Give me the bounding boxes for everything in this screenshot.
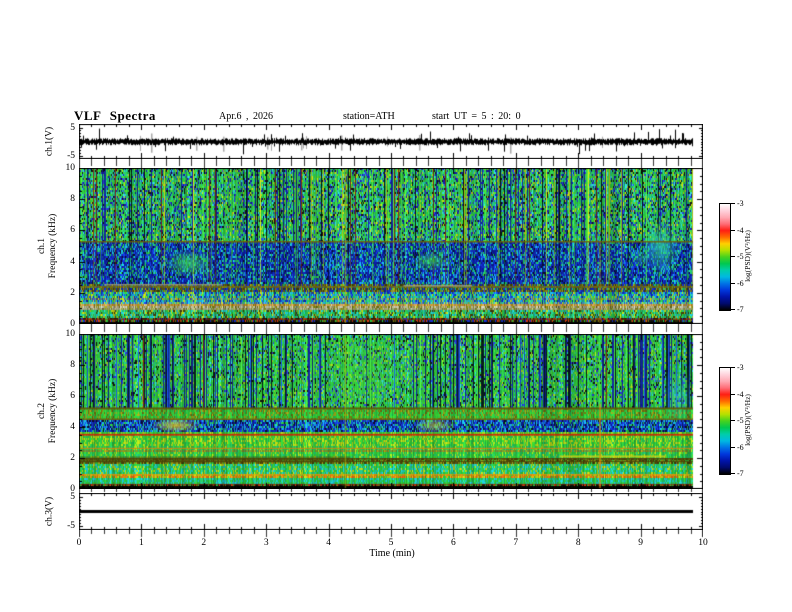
time-tick-label: 6	[451, 538, 456, 548]
colorbar-tick-label: -3	[737, 363, 744, 372]
ch2-spectrogram-canvas	[79, 334, 703, 489]
colorbar-ch1	[719, 203, 731, 311]
ch1-freq-label: Frequency (kHz)	[48, 213, 58, 279]
ch1-label: ch.1	[37, 237, 47, 255]
freq-tick-label: 6	[70, 225, 75, 236]
colorbar-tick-mark	[731, 309, 735, 310]
ch2-freq-axis-label: ch.2 Frequency (kHz)	[37, 333, 59, 489]
colorbar-tick-label: -6	[737, 278, 744, 288]
colorbar-tick-label: -7	[737, 305, 744, 314]
time-tick-label: 4	[326, 538, 331, 548]
gap-ticks-3	[79, 489, 703, 493]
freq-tick-label: 0	[70, 319, 75, 329]
time-tick-label: 8	[575, 538, 581, 548]
colorbar-tick-label: -7	[737, 469, 744, 478]
colorbar-tick-label: -6	[737, 442, 744, 452]
colorbar-tick-mark	[731, 229, 735, 231]
ch1-waveform-canvas	[79, 124, 703, 159]
gap-ticks-1	[79, 159, 703, 168]
time-tick-label: 3	[263, 538, 269, 548]
freq-tick-label: 6	[70, 391, 75, 401]
colorbar-tick-mark	[731, 203, 735, 204]
volt-tick-label: -5	[67, 521, 75, 531]
ch2-freq-label: Frequency (kHz)	[48, 378, 58, 444]
time-tick-label: 1	[139, 538, 144, 548]
colorbar-tick-mark	[731, 420, 735, 421]
ch1-freq-axis-label: ch.1 Frequency (kHz)	[37, 168, 59, 324]
volt-tick-label: 5	[70, 122, 75, 133]
freq-tick-label: 2	[70, 287, 75, 298]
colorbar-tick-mark	[731, 367, 735, 368]
colorbar-tick-label: -5	[737, 252, 744, 261]
time-tick-label: 5	[388, 538, 394, 548]
colorbar-tick-mark	[731, 282, 735, 284]
colorbar-tick-label: -4	[737, 389, 744, 399]
time-tick-label: 10	[698, 538, 708, 548]
ch1-spectrogram-canvas	[79, 168, 703, 324]
time-axis-title: Time (min)	[369, 548, 415, 559]
volt-tick-label: -5	[67, 150, 75, 161]
freq-tick-label: 8	[70, 194, 75, 205]
header-date: Apr.6 , 2026	[219, 111, 273, 122]
time-tick-label: 9	[638, 538, 643, 548]
colorbar-tick-mark	[731, 256, 735, 257]
freq-tick-label: 2	[70, 453, 75, 463]
freq-tick-label: 10	[65, 329, 76, 339]
colorbar-tick-label: -5	[737, 416, 744, 425]
time-tick-label: 2	[201, 538, 207, 548]
freq-tick-label: 4	[70, 422, 75, 432]
time-tick-label: 7	[513, 538, 519, 548]
gap-ticks-2	[79, 324, 703, 334]
colorbar-tick-mark	[731, 473, 735, 474]
freq-tick-label: 8	[70, 360, 75, 370]
ch3-waveform-canvas	[79, 493, 703, 530]
colorbar-tick-mark	[731, 393, 735, 395]
header-station: station=ATH	[343, 111, 395, 122]
colorbar-tick-label: -4	[737, 225, 744, 235]
colorbar-ch1-label: log(PSD)(V²/Hz)	[743, 230, 752, 282]
volt-tick-label: 5	[70, 492, 75, 502]
freq-tick-label: 4	[70, 256, 75, 267]
ch2-label: ch.2	[37, 402, 47, 420]
time-tick-label: 0	[76, 538, 82, 548]
colorbar-ch2	[719, 367, 731, 475]
freq-tick-label: 10	[65, 163, 76, 173]
header-start-ut: start UT = 5 : 20: 0	[432, 111, 521, 122]
colorbar-tick-label: -3	[737, 199, 744, 208]
page-title: VLF Spectra	[74, 108, 156, 123]
colorbar-ch2-label: log(PSD)(V²/Hz)	[743, 394, 752, 446]
vlf-spectra-figure: VLF Spectra Apr.6 , 2026 station=ATH sta…	[0, 0, 792, 612]
colorbar-tick-mark	[731, 446, 735, 448]
